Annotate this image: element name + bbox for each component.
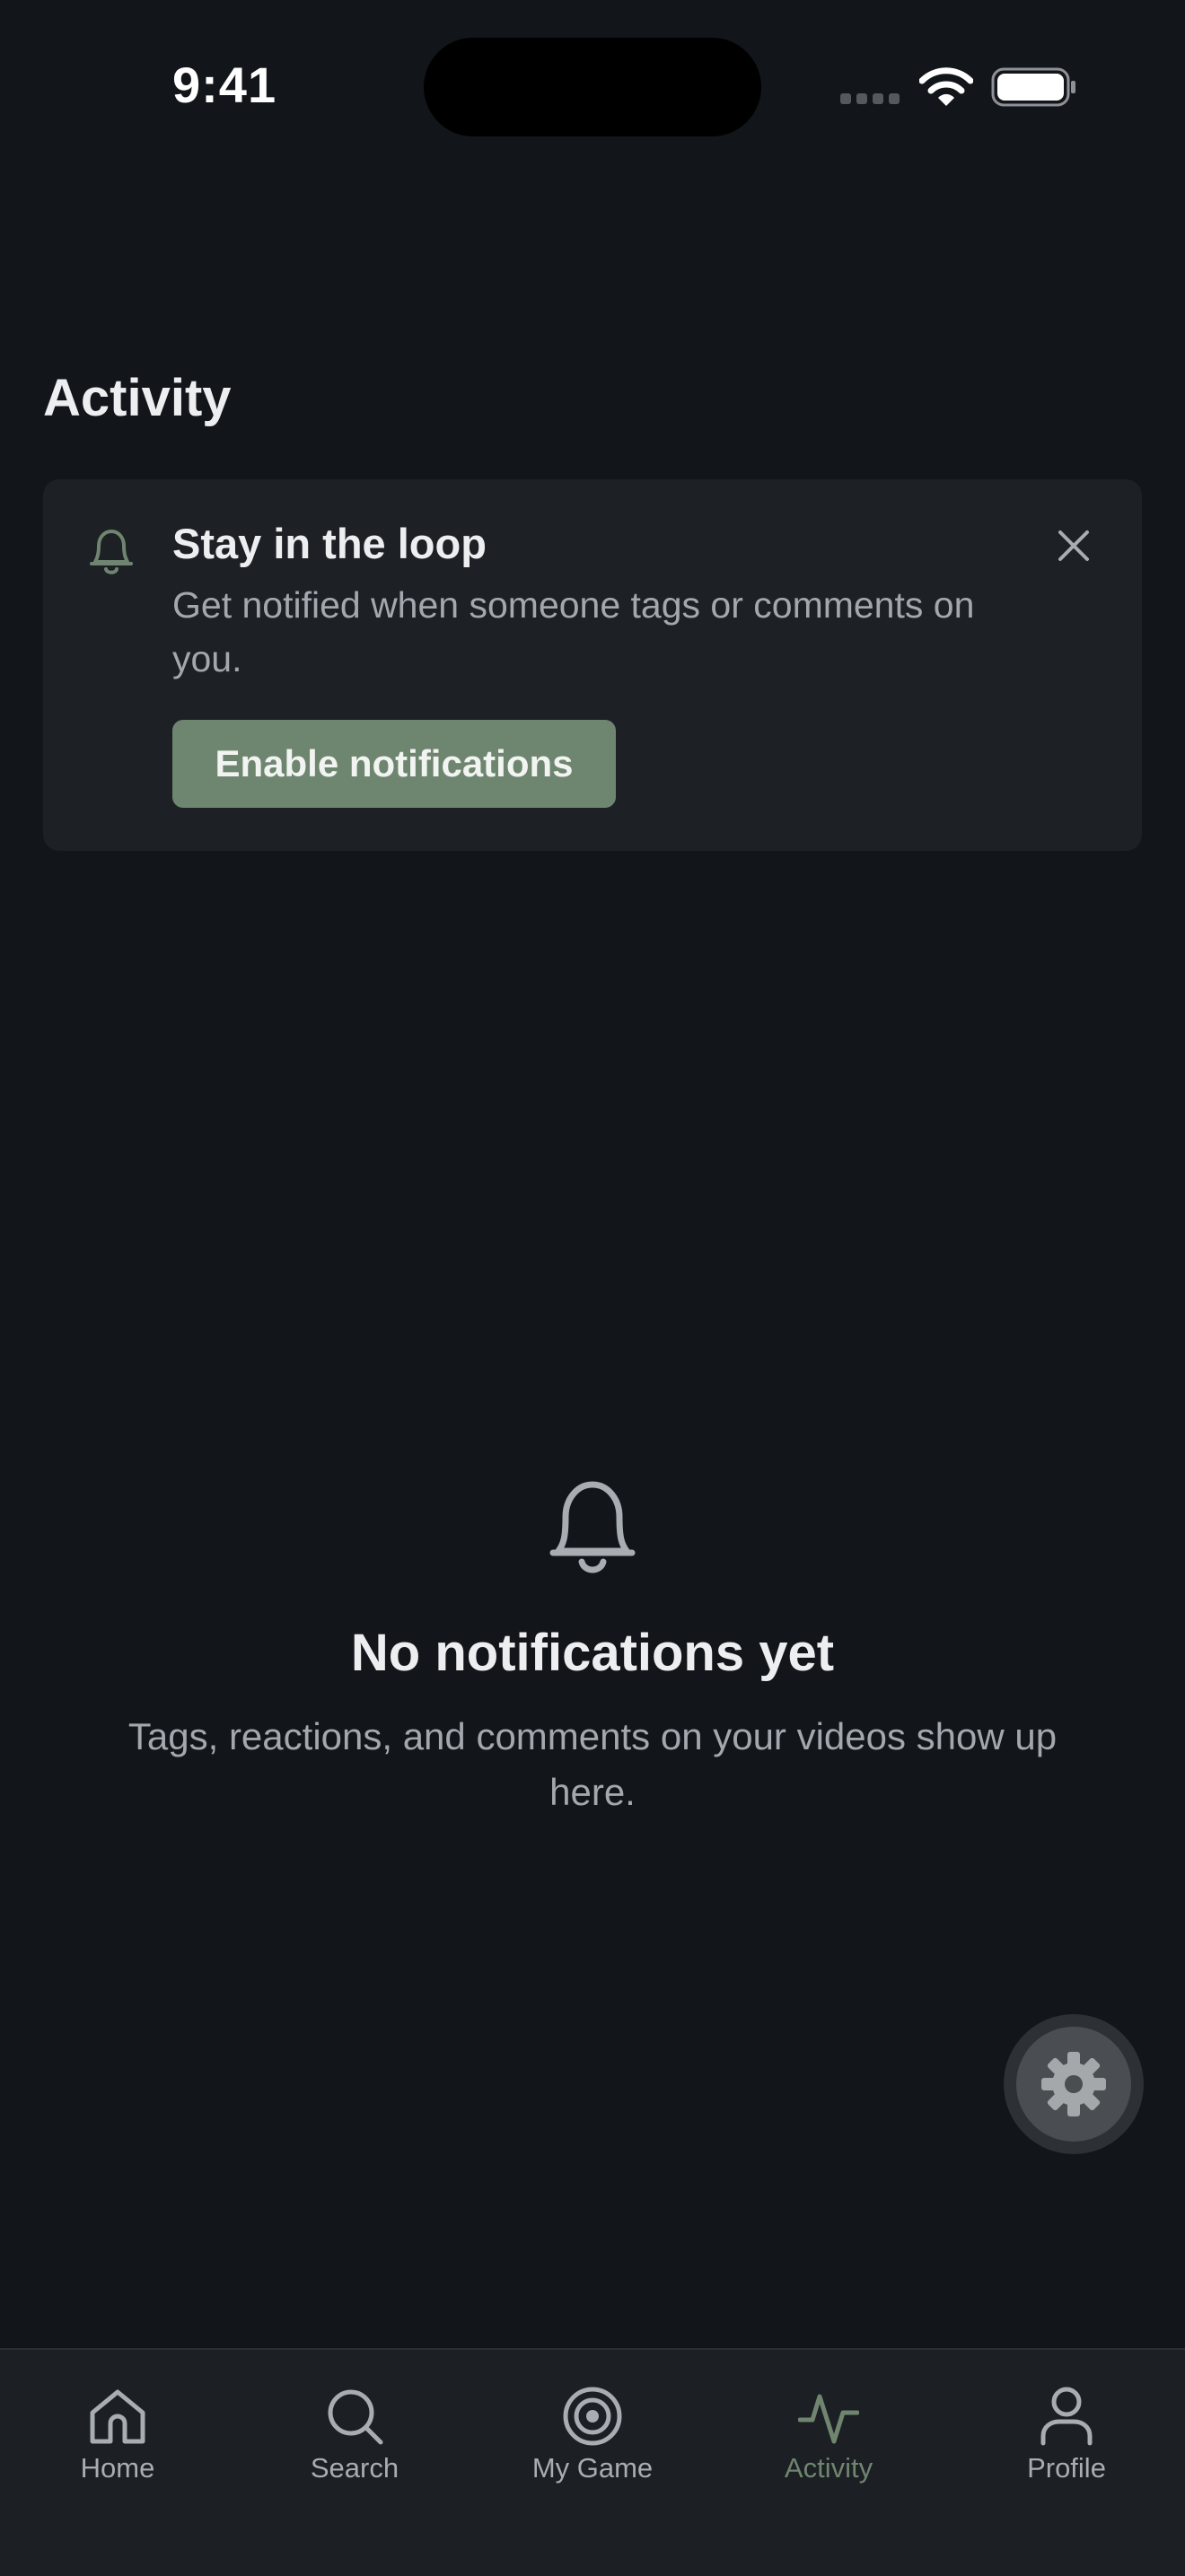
- bell-icon: [90, 530, 133, 574]
- empty-state-description: Tags, reactions, and comments on your vi…: [127, 1715, 1058, 1813]
- bell-icon: [549, 1481, 636, 1573]
- notification-prompt-card: Stay in the loop Get notified when someo…: [43, 479, 1142, 851]
- prompt-description: Get notified when someone tags or commen…: [172, 584, 975, 679]
- settings-button[interactable]: [1004, 2014, 1144, 2154]
- tab-bar: Home Search My Game Activity Profile: [0, 2348, 1185, 2576]
- tab-my-game[interactable]: My Game: [503, 2368, 682, 2493]
- wifi-icon: [919, 67, 973, 106]
- tab-label: Search: [310, 2452, 399, 2484]
- tab-label: Activity: [784, 2452, 873, 2484]
- tab-label: My Game: [531, 2452, 654, 2484]
- tab-label: Profile: [1027, 2452, 1106, 2484]
- battery-icon: [991, 67, 1075, 107]
- tab-profile[interactable]: Profile: [977, 2368, 1156, 2493]
- profile-icon: [1040, 2387, 1093, 2446]
- tab-search[interactable]: Search: [265, 2368, 444, 2493]
- page-title: Activity: [43, 369, 232, 427]
- gear-icon: [1041, 2052, 1106, 2116]
- home-icon: [90, 2389, 145, 2444]
- cellular-signal-icon: [840, 93, 900, 104]
- search-icon: [328, 2389, 383, 2445]
- tab-activity[interactable]: Activity: [739, 2368, 918, 2493]
- empty-state-title: No notifications yet: [350, 1624, 835, 1682]
- enable-notifications-button[interactable]: Enable notifications: [172, 720, 616, 808]
- dynamic-island: [424, 38, 761, 136]
- tab-home[interactable]: Home: [28, 2368, 207, 2493]
- target-icon: [563, 2387, 622, 2446]
- activity-icon: [798, 2394, 859, 2444]
- prompt-title: Stay in the loop: [172, 520, 487, 567]
- status-time: 9:41: [172, 57, 277, 113]
- close-icon[interactable]: [1052, 524, 1095, 567]
- tab-label: Home: [80, 2452, 155, 2484]
